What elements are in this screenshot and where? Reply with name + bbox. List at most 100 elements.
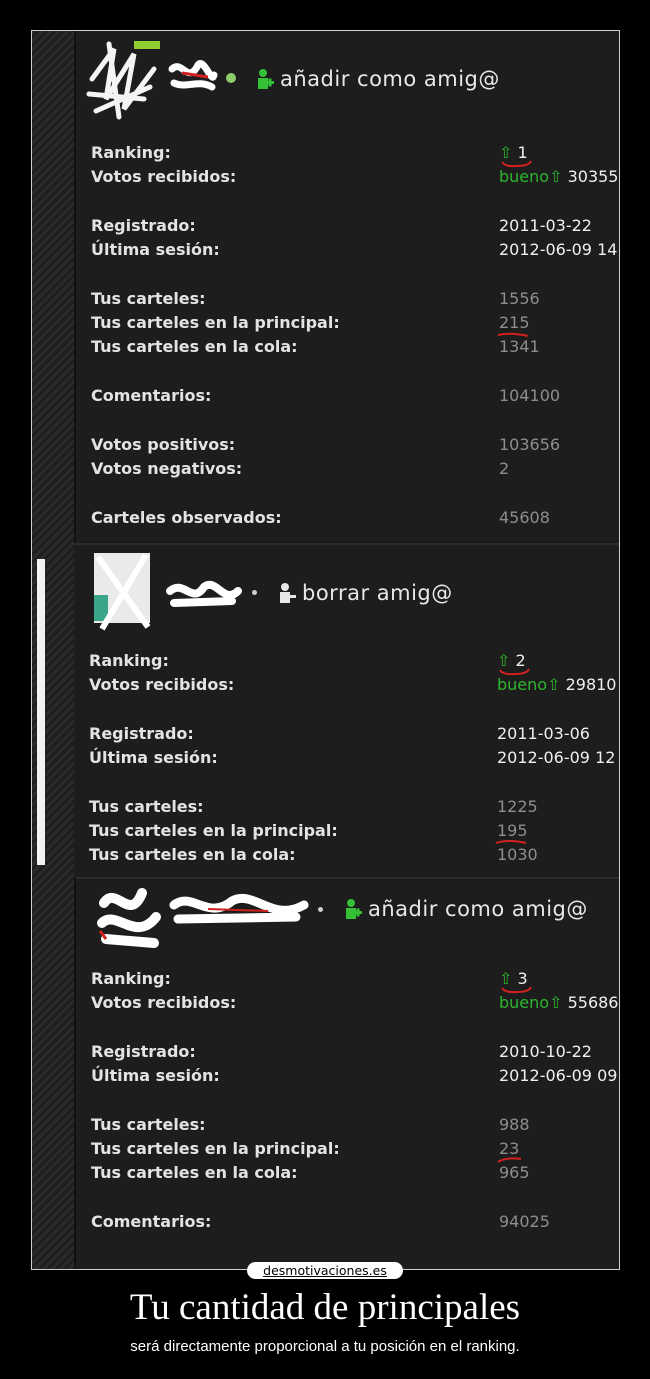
stat-value: 104100: [499, 386, 561, 405]
stat-row-ultima-sesion: Última sesión: 2012-06-09 14: [91, 240, 619, 264]
stat-row-principal: Tus carteles en la principal: 215: [91, 313, 619, 337]
stat-label: Tus carteles:: [91, 1115, 206, 1134]
stat-label: Tus carteles en la principal:: [91, 313, 340, 332]
username-scribble: [168, 60, 218, 91]
stat-value-ranking: ⇧ 2: [497, 651, 530, 676]
stat-row-ultima-sesion: Última sesión: 2012-06-09 09: [91, 1066, 619, 1090]
username-scribble: [166, 580, 242, 607]
stat-row-registrado: Registrado: 2011-03-22: [91, 216, 619, 240]
stat-label: Votos recibidos:: [91, 993, 237, 1012]
arrow-up-icon: ⇧: [547, 675, 561, 694]
stat-label: Ranking:: [91, 143, 171, 162]
separator-dot: [318, 907, 323, 912]
site-watermark: desmotivaciones.es: [247, 1262, 403, 1279]
stat-label: Ranking:: [91, 969, 171, 988]
stat-value: 45608: [499, 508, 550, 527]
stat-label: Carteles observados:: [91, 508, 282, 527]
stat-row-ultima-sesion: Última sesión: 2012-06-09 12: [89, 748, 619, 772]
stat-value: 988: [499, 1115, 530, 1134]
stat-label: Ranking:: [89, 651, 169, 670]
stat-row-principal: Tus carteles en la principal: 195: [89, 821, 619, 845]
poster-title: Tu cantidad de principales: [129, 1287, 521, 1328]
stat-label: Tus carteles en la principal:: [91, 1139, 340, 1158]
profile-header: borrar amig@: [74, 545, 619, 645]
stat-row-cola: Tus carteles en la cola: 1030: [89, 845, 619, 869]
user-add-icon: [258, 69, 274, 89]
stat-row-registrado: Registrado: 2010-10-22: [91, 1042, 619, 1066]
stat-row-tus-carteles: Tus carteles: 1556: [91, 289, 619, 313]
stat-row-votos-recibidos: Votos recibidos: bueno⇧ 30355: [91, 167, 619, 191]
stat-row-tus-carteles: Tus carteles: 988: [91, 1115, 619, 1139]
stat-label: Última sesión:: [89, 748, 218, 767]
stat-row-ranking: Ranking: ⇧ 1: [91, 143, 619, 168]
stat-value-principal: 23: [497, 1139, 522, 1163]
bueno-label: bueno: [499, 993, 550, 1012]
stat-value: 2012-06-09 09: [499, 1066, 618, 1085]
stat-label: Votos positivos:: [91, 435, 236, 454]
profile-header: añadir como amig@: [76, 879, 619, 979]
stat-value: 1225: [497, 797, 538, 816]
stat-label: Tus carteles en la principal:: [89, 821, 338, 840]
stat-label: Última sesión:: [91, 240, 220, 259]
remove-friend-link[interactable]: borrar amig@: [278, 581, 453, 605]
bueno-label: bueno: [499, 167, 550, 186]
stat-value: 94025: [499, 1212, 550, 1231]
stat-value: 103656: [499, 435, 561, 454]
profile-card-1: añadir como amig@ Ranking: ⇧ 1 Votos rec…: [76, 31, 619, 541]
profile-header: añadir como amig@: [76, 31, 619, 131]
stat-label: Registrado:: [91, 216, 196, 235]
stat-row-ranking: Ranking: ⇧ 3: [91, 969, 619, 994]
stat-row-cola: Tus carteles en la cola: 965: [91, 1163, 619, 1187]
stat-label: Registrado:: [89, 724, 194, 743]
stat-label: Votos negativos:: [91, 459, 243, 478]
stat-row-comentarios: Comentarios: 104100: [91, 386, 619, 410]
arrow-up-icon: ⇧: [549, 993, 563, 1012]
stat-row-votos-negativos: Votos negativos: 2: [91, 459, 619, 483]
stat-label: Registrado:: [91, 1042, 196, 1061]
stat-value-votos: bueno⇧ 30355: [499, 167, 619, 186]
stat-row-cola: Tus carteles en la cola: 1341: [91, 337, 619, 361]
username-scribble: [169, 893, 309, 924]
bueno-label: bueno: [497, 675, 548, 694]
add-friend-link[interactable]: añadir como amig@: [344, 897, 588, 921]
avatar-scribble: [94, 553, 151, 631]
add-friend-link[interactable]: añadir como amig@: [256, 67, 500, 91]
stat-value: 2011-03-06: [497, 724, 590, 743]
stat-value: 2: [499, 459, 510, 478]
stat-value: 1341: [499, 337, 540, 356]
online-dot-icon: [226, 73, 236, 83]
stat-value-ranking: ⇧ 1: [499, 143, 532, 168]
stat-value: 2010-10-22: [499, 1042, 592, 1061]
avatar-scribble: [86, 41, 160, 120]
scroll-indicator: [37, 559, 45, 865]
stat-value-principal: 195: [495, 821, 528, 844]
stat-label: Última sesión:: [91, 1066, 220, 1085]
user-add-icon: [346, 899, 362, 919]
stat-row-votos-positivos: Votos positivos: 103656: [91, 435, 619, 459]
stat-label: Tus carteles en la cola:: [91, 1163, 298, 1182]
stat-row-principal: Tus carteles en la principal: 23: [91, 1139, 619, 1163]
stat-label: Votos recibidos:: [89, 675, 235, 694]
avatar-scribble: [97, 888, 161, 948]
friend-action-label: borrar amig@: [302, 581, 453, 605]
stat-value: 2012-06-09 12: [497, 748, 616, 767]
stat-value: 965: [499, 1163, 530, 1182]
stat-label: Tus carteles en la cola:: [91, 337, 298, 356]
friend-action-label: añadir como amig@: [280, 67, 500, 91]
stat-row-votos-recibidos: Votos recibidos: bueno⇧ 55686: [91, 993, 619, 1017]
stat-value-principal: 215: [497, 313, 530, 337]
stat-label: Comentarios:: [91, 1212, 212, 1231]
stat-row-votos-recibidos: Votos recibidos: bueno⇧ 29810: [89, 675, 619, 699]
stat-label: Tus carteles en la cola:: [89, 845, 296, 864]
stat-label: Tus carteles:: [89, 797, 204, 816]
stat-label: Tus carteles:: [91, 289, 206, 308]
stat-row-carteles-observados: Carteles observados: 45608: [91, 508, 619, 532]
arrow-up-icon: ⇧: [549, 167, 563, 186]
stat-value: 1556: [499, 289, 540, 308]
stat-row-registrado: Registrado: 2011-03-06: [89, 724, 619, 748]
screenshot-frame: añadir como amig@ Ranking: ⇧ 1 Votos rec…: [31, 30, 620, 1270]
stat-row-ranking: Ranking: ⇧ 2: [89, 651, 619, 676]
stat-value-ranking: ⇧ 3: [499, 969, 532, 994]
stat-value-votos: bueno⇧ 29810: [497, 675, 617, 694]
poster-subtitle: será directamente proporcional a tu posi…: [130, 1338, 520, 1355]
